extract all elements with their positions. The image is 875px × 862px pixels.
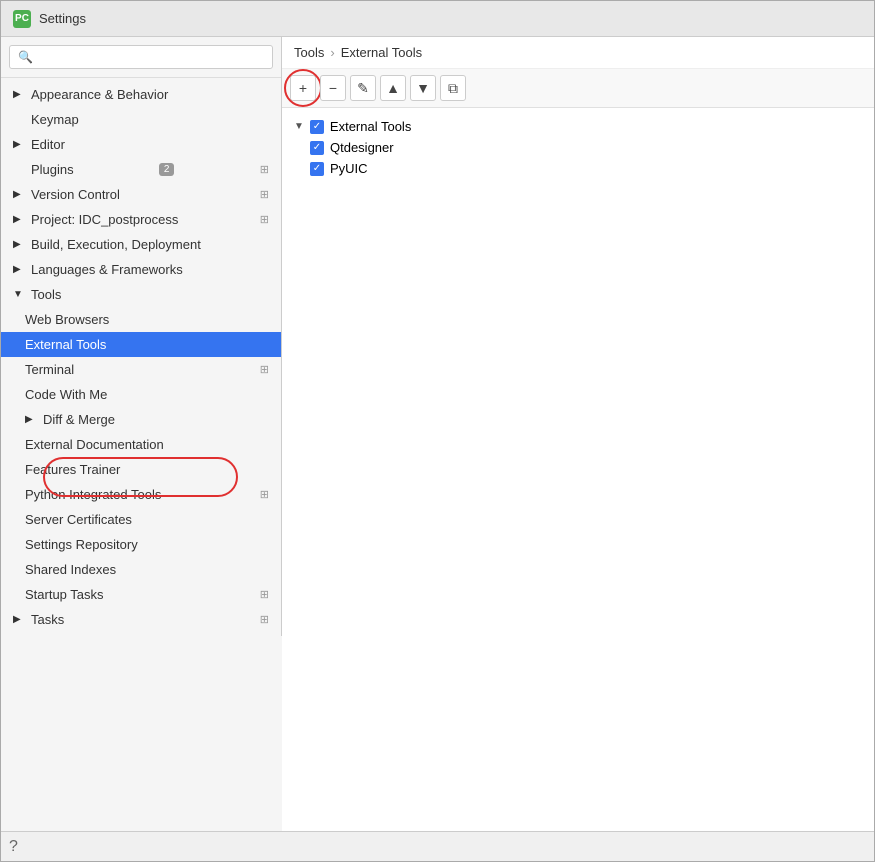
breadcrumb-separator: › [330, 45, 334, 60]
tree-item-label: Qtdesigner [330, 140, 394, 155]
sidebar-item-label: Tasks [31, 612, 64, 627]
tree-item-qtdesigner[interactable]: Qtdesigner [290, 137, 866, 158]
sidebar-item-code-with-me[interactable]: Code With Me [1, 382, 281, 407]
copy-button[interactable]: ⧉ [440, 75, 466, 101]
sidebar-item-label: Terminal [25, 362, 74, 377]
sidebar-item-label: Web Browsers [25, 312, 109, 327]
tree-item-label: PyUIC [330, 161, 368, 176]
app-icon: PC [13, 10, 31, 28]
sidebar-item-label: Appearance & Behavior [31, 87, 168, 102]
sidebar-item-label: Startup Tasks [25, 587, 104, 602]
sidebar-item-external-tools[interactable]: External Tools [1, 332, 281, 357]
sidebar-item-version-control[interactable]: ▶ Version Control ⊞ [1, 182, 281, 207]
sidebar-item-web-browsers[interactable]: Web Browsers [1, 307, 281, 332]
chevron-icon: ▶ [25, 414, 37, 425]
breadcrumb-current: External Tools [341, 45, 422, 60]
move-down-button[interactable]: ▼ [410, 75, 436, 101]
help-icon[interactable]: ? [9, 838, 18, 856]
checkbox-external-tools[interactable] [310, 120, 324, 134]
sidebar-item-label: Code With Me [25, 387, 107, 402]
right-panel: Tools › External Tools + − ✎ ▲ ▼ ⧉ [282, 37, 874, 831]
sidebar-item-plugins[interactable]: Plugins 2 ⊞ [1, 157, 281, 182]
sidebar-item-label: Keymap [31, 112, 79, 127]
sidebar-item-settings-repo[interactable]: Settings Repository [1, 532, 281, 557]
sidebar-item-keymap[interactable]: Keymap [1, 107, 281, 132]
sidebar-item-tasks[interactable]: ▶ Tasks ⊞ [1, 607, 281, 632]
sidebar-item-shared-indexes[interactable]: Shared Indexes [1, 557, 281, 582]
sidebar: ▶ Appearance & Behavior Keymap ▶ Editor [1, 37, 282, 636]
sidebar-item-python-tools[interactable]: Python Integrated Tools ⊞ [1, 482, 281, 507]
chevron-icon: ▶ [13, 239, 25, 250]
plugins-badge: 2 [159, 163, 175, 176]
breadcrumb-root: Tools [294, 45, 324, 60]
chevron-icon: ▶ [13, 264, 25, 275]
sidebar-list: ▶ Appearance & Behavior Keymap ▶ Editor [1, 78, 281, 636]
settings-icon: ⊞ [260, 363, 269, 376]
checkbox-qtdesigner[interactable] [310, 141, 324, 155]
sidebar-item-label: Languages & Frameworks [31, 262, 183, 277]
settings-icon: ⊞ [260, 488, 269, 501]
sidebar-item-appearance[interactable]: ▶ Appearance & Behavior [1, 82, 281, 107]
chevron-icon: ▶ [13, 189, 25, 200]
sidebar-item-label: Tools [31, 287, 61, 302]
settings-icon: ⊞ [260, 213, 269, 226]
chevron-icon: ▶ [13, 139, 25, 150]
sidebar-item-label: Features Trainer [25, 462, 120, 477]
chevron-icon: ▶ [13, 614, 25, 625]
settings-icon: ⊞ [260, 188, 269, 201]
add-button[interactable]: + [290, 75, 316, 101]
bottom-bar: ? [1, 831, 874, 861]
sidebar-item-label: Server Certificates [25, 512, 132, 527]
checkbox-pyuic[interactable] [310, 162, 324, 176]
sidebar-item-label: External Documentation [25, 437, 164, 452]
sidebar-item-build[interactable]: ▶ Build, Execution, Deployment [1, 232, 281, 257]
sidebar-item-label: Plugins [31, 162, 74, 177]
edit-button[interactable]: ✎ [350, 75, 376, 101]
tree-item-external-tools-group[interactable]: ▼ External Tools [290, 116, 866, 137]
search-bar [1, 37, 281, 78]
chevron-icon: ▶ [13, 89, 25, 100]
sidebar-item-label: Settings Repository [25, 537, 138, 552]
tree-chevron-icon: ▼ [294, 121, 304, 132]
main-content: ▶ Appearance & Behavior Keymap ▶ Editor [1, 37, 874, 831]
sidebar-item-editor[interactable]: ▶ Editor [1, 132, 281, 157]
tree-area: ▼ External Tools Qtdesigner PyUIC [282, 108, 874, 831]
sidebar-item-features-trainer[interactable]: Features Trainer [1, 457, 281, 482]
sidebar-item-label: Shared Indexes [25, 562, 116, 577]
add-btn-wrapper: + [290, 75, 316, 101]
sidebar-item-label: Editor [31, 137, 65, 152]
sidebar-item-label: External Tools [25, 337, 106, 352]
sidebar-item-project[interactable]: ▶ Project: IDC_postprocess ⊞ [1, 207, 281, 232]
sidebar-item-server-certs[interactable]: Server Certificates [1, 507, 281, 532]
sidebar-item-label: Version Control [31, 187, 120, 202]
settings-icon: ⊞ [260, 613, 269, 626]
tree-item-pyuic[interactable]: PyUIC [290, 158, 866, 179]
settings-icon: ⊞ [260, 163, 269, 176]
sidebar-item-label: Python Integrated Tools [25, 487, 161, 502]
chevron-down-icon: ▼ [13, 289, 25, 300]
window-title: Settings [39, 11, 86, 26]
sidebar-item-label: Build, Execution, Deployment [31, 237, 201, 252]
sidebar-item-diff-merge[interactable]: ▶ Diff & Merge [1, 407, 281, 432]
move-up-button[interactable]: ▲ [380, 75, 406, 101]
settings-icon: ⊞ [260, 588, 269, 601]
breadcrumb: Tools › External Tools [282, 37, 874, 69]
tree-item-label: External Tools [330, 119, 411, 134]
sidebar-item-external-doc[interactable]: External Documentation [1, 432, 281, 457]
sidebar-item-label: Diff & Merge [43, 412, 115, 427]
sidebar-wrapper: ▶ Appearance & Behavior Keymap ▶ Editor [1, 37, 282, 831]
sidebar-item-languages[interactable]: ▶ Languages & Frameworks [1, 257, 281, 282]
sidebar-item-label: Project: IDC_postprocess [31, 212, 178, 227]
sidebar-item-terminal[interactable]: Terminal ⊞ [1, 357, 281, 382]
remove-button[interactable]: − [320, 75, 346, 101]
sidebar-item-tools[interactable]: ▼ Tools [1, 282, 281, 307]
sidebar-item-startup-tasks[interactable]: Startup Tasks ⊞ [1, 582, 281, 607]
title-bar: PC Settings [1, 1, 874, 37]
settings-window: PC Settings ▶ Appearance & Behavior [0, 0, 875, 862]
chevron-icon: ▶ [13, 214, 25, 225]
toolbar: + − ✎ ▲ ▼ ⧉ [282, 69, 874, 108]
search-input[interactable] [9, 45, 273, 69]
